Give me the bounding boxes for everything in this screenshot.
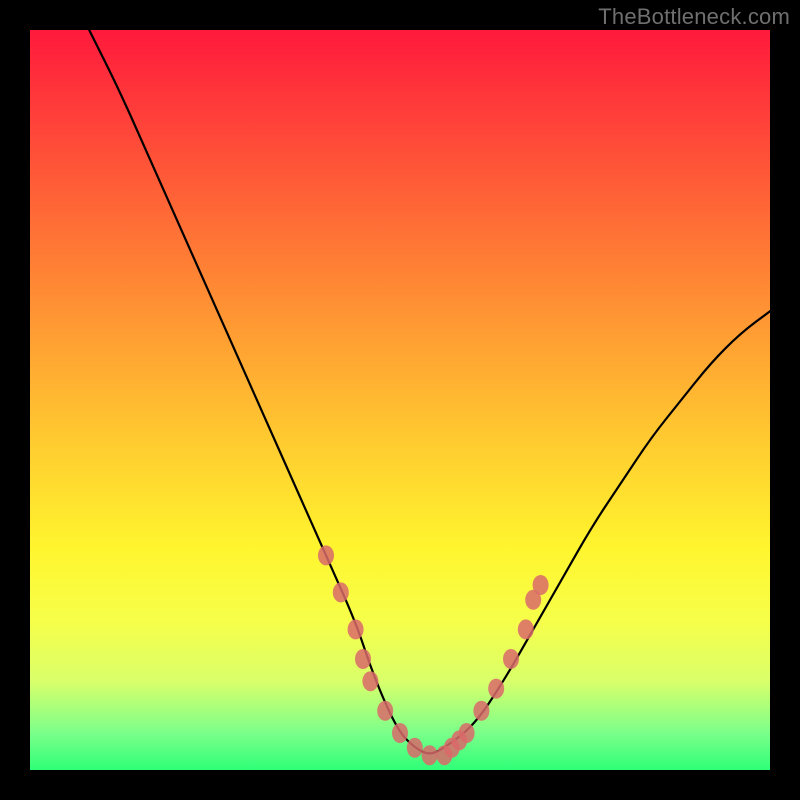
curve-marker [473, 701, 489, 721]
curve-marker [533, 575, 549, 595]
curve-marker [318, 545, 334, 565]
curve-marker [355, 649, 371, 669]
marker-group [318, 545, 549, 765]
curve-marker [518, 619, 534, 639]
curve-group [89, 30, 770, 753]
curve-marker [422, 745, 438, 765]
curve-marker [392, 723, 408, 743]
chart-svg [30, 30, 770, 770]
watermark-text: TheBottleneck.com [598, 4, 790, 30]
curve-marker [377, 701, 393, 721]
curve-marker [503, 649, 519, 669]
chart-plot-area [30, 30, 770, 770]
curve-marker [333, 582, 349, 602]
curve-marker [348, 619, 364, 639]
curve-marker [488, 679, 504, 699]
curve-marker [459, 723, 475, 743]
chart-frame: TheBottleneck.com [0, 0, 800, 800]
bottleneck-curve [89, 30, 770, 753]
curve-marker [362, 671, 378, 691]
curve-marker [407, 738, 423, 758]
